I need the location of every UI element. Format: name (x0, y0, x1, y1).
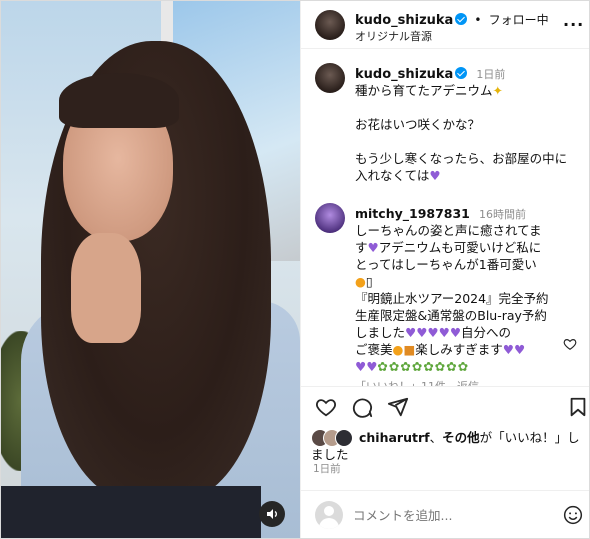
post-date[interactable]: 1日前 (313, 461, 341, 476)
likes-comma: 、 (429, 430, 443, 445)
comment-username[interactable]: mitchy_1987831 (355, 206, 470, 221)
comment-line-8a: ご褒美 (355, 342, 393, 357)
comment-item: mitchy_1987831 16時間前 しーちゃんの姿と声に癒されてま す♥ア… (355, 203, 565, 386)
action-bar (301, 387, 589, 427)
flower-emojis-icon: ✿✿✿✿✿✿✿✿ (377, 359, 470, 374)
follow-status-button[interactable]: フォロー中 (489, 13, 549, 27)
purple-hearts-icon: ♥♥ (355, 359, 378, 374)
purple-heart-icon: ♥ (367, 240, 379, 255)
verified-badge-icon (455, 67, 468, 79)
caption-line-3: もう少し寒くなったら、お部屋の中に (355, 151, 568, 166)
comments-section[interactable]: kudo_shizuka 1日前 種から育てたアデニウム✦ お花はいつ咲くかな？… (301, 49, 589, 387)
sound-toggle-button[interactable] (259, 501, 285, 527)
liker-avatars[interactable] (311, 429, 355, 447)
purple-hearts-icon: ♥♥♥♥♥ (405, 325, 462, 340)
header-separator: • (474, 13, 482, 27)
bookmark-icon[interactable] (567, 396, 589, 418)
comment-line-7b: 自分への (461, 325, 512, 340)
comment-like-heart-icon[interactable] (563, 337, 577, 351)
emoji-icon[interactable] (563, 505, 583, 525)
post-photo[interactable] (1, 1, 300, 538)
comment-time: 16時間前 (478, 208, 526, 221)
caption-line-1: 種から育てたアデニウム (355, 83, 493, 98)
likes-others-link[interactable]: その他 (442, 430, 480, 445)
comment-input[interactable] (353, 505, 543, 525)
comment-line-2a: す (355, 240, 368, 255)
purple-hearts-icon: ♥♥ (502, 342, 526, 357)
post-side-panel: kudo_shizuka • フォロー中 オリジナル音源 ... kudo_sh… (300, 1, 589, 538)
comment-user-avatar (315, 501, 343, 529)
likes-summary: chiharutrf、その他が「いいね！」しました (311, 429, 586, 463)
heart-icon[interactable] (315, 396, 337, 418)
comment-line-7a: しました (355, 325, 406, 340)
audio-label[interactable]: オリジナル音源 (355, 28, 432, 44)
share-icon[interactable] (387, 396, 409, 418)
hand (71, 233, 141, 343)
caption: kudo_shizuka 1日前 種から育てたアデニウム✦ お花はいつ咲くかな？… (355, 63, 580, 184)
caption-username[interactable]: kudo_shizuka (355, 67, 453, 82)
bangs (59, 73, 179, 128)
caption-time: 1日前 (476, 68, 506, 81)
star-eyes-emoji-icon: ● (355, 274, 366, 289)
gift-emoji-icon: ■ (403, 342, 416, 357)
grin-emoji-icon: ● (392, 342, 404, 357)
caption-line-2: お花はいつ咲くかな？ (355, 117, 481, 132)
caption-line-4: 入れなくては (355, 168, 430, 183)
pants (1, 486, 261, 538)
sparkles-icon: ✦ (492, 83, 503, 98)
post-header: kudo_shizuka • フォロー中 オリジナル音源 ... (301, 1, 589, 49)
box-glyph-icon: ▯ (365, 274, 373, 289)
comment-line-1: しーちゃんの姿と声に癒されてま (355, 223, 542, 238)
comment-input-bar (301, 490, 589, 538)
comment-line-3: とってはしーちゃんが1番可愛い (355, 257, 537, 272)
liker-username[interactable]: chiharutrf (359, 430, 430, 445)
comment-icon[interactable] (351, 396, 373, 418)
more-options-button[interactable]: ... (563, 11, 584, 30)
purple-heart-icon: ♥ (429, 168, 441, 183)
sound-icon (267, 509, 277, 519)
header-username[interactable]: kudo_shizuka (355, 13, 453, 28)
comment-line-6: 生産限定盤&通常盤のBlu-ray予約 (355, 308, 547, 323)
comment-line-8b: 楽しみすぎます (415, 342, 503, 357)
caption-avatar[interactable] (315, 63, 345, 93)
verified-badge-icon (455, 13, 468, 25)
avatar[interactable] (315, 10, 345, 40)
comment-line-5: 『明鏡止水ツアー2024』完全予約 (355, 291, 549, 306)
comment-avatar[interactable] (315, 203, 345, 233)
liker-avatar (335, 429, 353, 447)
comment-footer[interactable]: 「いいね！」11件 返信 (355, 378, 565, 386)
comment-line-2b: アデニウムも可愛いけど私に (378, 240, 542, 255)
